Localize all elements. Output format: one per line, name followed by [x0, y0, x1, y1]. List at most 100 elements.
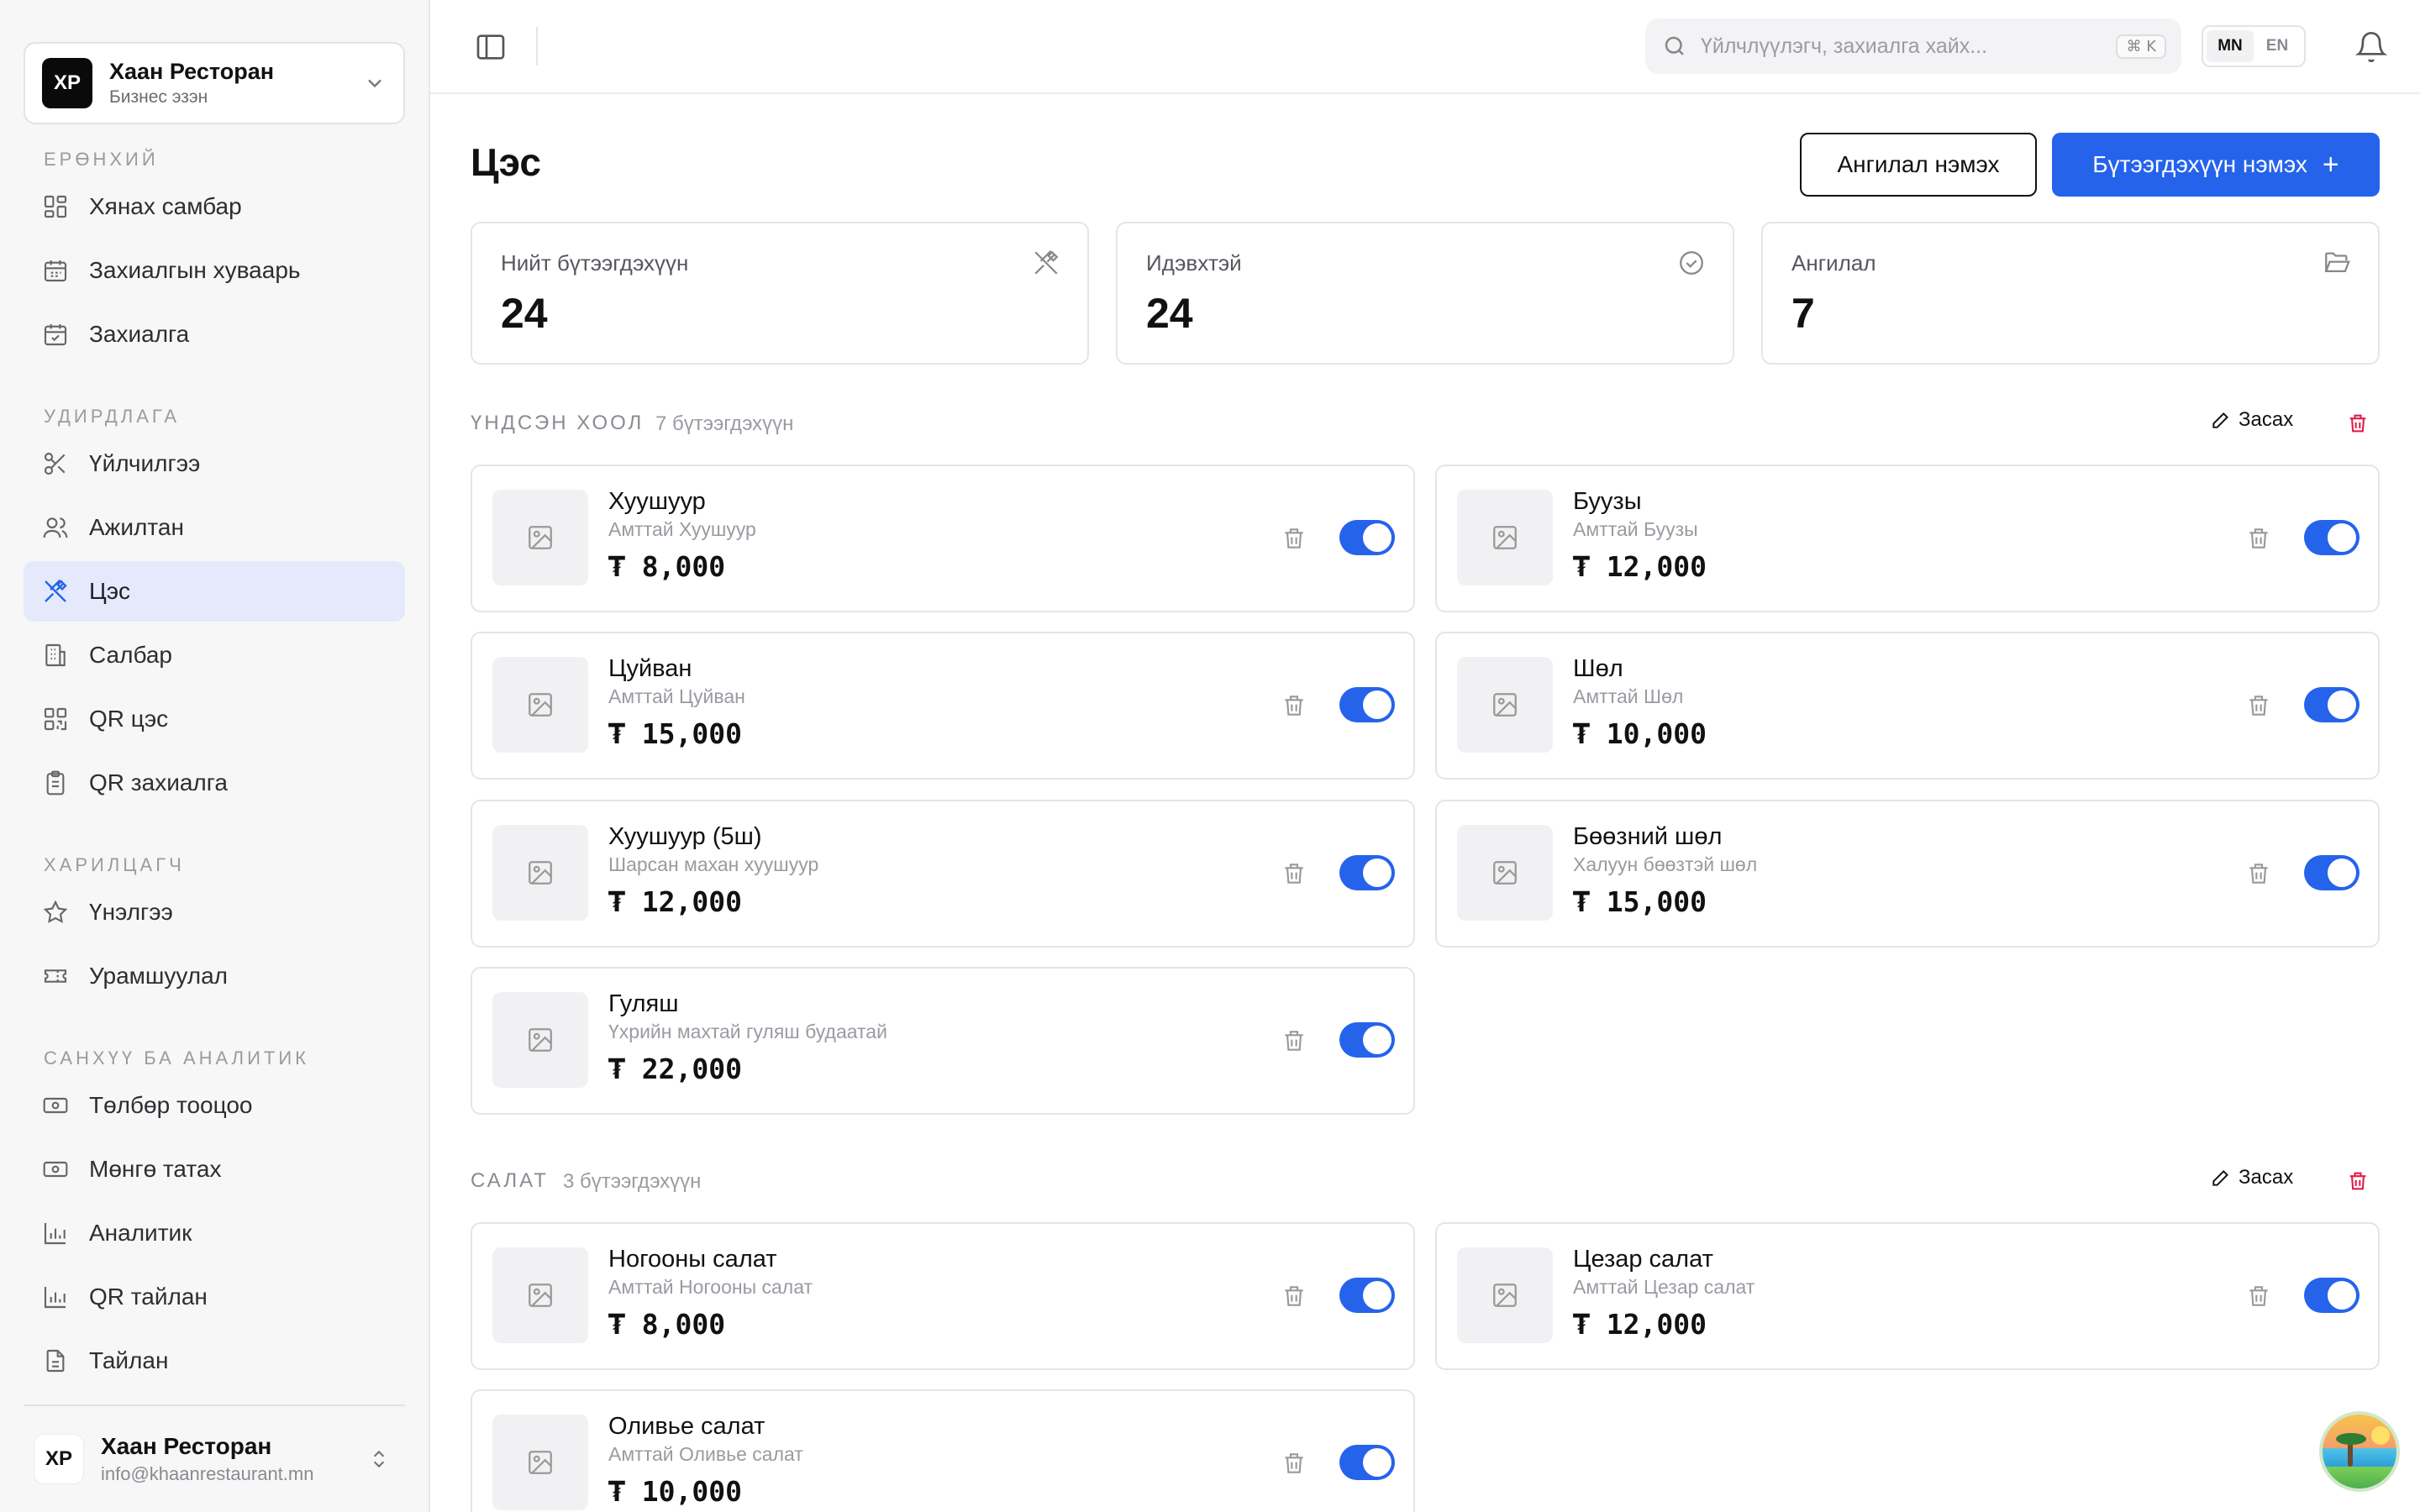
active-toggle[interactable]: [2304, 1278, 2360, 1313]
active-toggle[interactable]: [1339, 855, 1395, 890]
menu-item-card[interactable]: Буузы Амттай Буузы ₮ 12,000: [1435, 465, 2380, 612]
edit-category-button[interactable]: Засах: [2210, 408, 2293, 432]
menu-item-card[interactable]: Цуйван Амттай Цуйван ₮ 15,000: [471, 632, 1415, 780]
bar-chart-icon: [44, 1223, 66, 1245]
sidebar-item-analytics[interactable]: Аналитик: [24, 1203, 405, 1263]
calendar-check-icon: [44, 324, 67, 346]
sidebar-toggle-icon[interactable]: [474, 30, 508, 64]
category-count: 7 бүтээгдэхүүн: [655, 412, 794, 435]
active-toggle[interactable]: [2304, 687, 2360, 722]
sidebar-item-orders[interactable]: Захиалга: [24, 304, 405, 365]
trash-icon[interactable]: [2245, 692, 2272, 719]
trash-icon[interactable]: [1281, 1450, 1307, 1477]
item-description: Үхрийн махтай гуляш будаатай: [608, 1021, 887, 1042]
image-icon: [529, 1451, 552, 1474]
nav-section-title: Ерөнхий: [44, 149, 159, 170]
trash-icon[interactable]: [2346, 412, 2370, 435]
trash-icon[interactable]: [2245, 860, 2272, 887]
clipboard-list-icon: [46, 770, 65, 795]
plus-icon: +: [2322, 148, 2339, 181]
sidebar-item-qr-report[interactable]: QR тайлан: [24, 1267, 405, 1327]
sidebar-item-schedule[interactable]: Захиалгын хуваарь: [24, 240, 405, 301]
sidebar-item-dashboard[interactable]: Хянах самбар: [24, 176, 405, 237]
active-toggle[interactable]: [2304, 855, 2360, 890]
trash-icon[interactable]: [1281, 525, 1307, 552]
active-toggle[interactable]: [1339, 687, 1395, 722]
trash-icon[interactable]: [2346, 1169, 2370, 1193]
search-bar[interactable]: ⌘ K: [1645, 18, 2181, 74]
calendar-icon: [44, 260, 67, 282]
sidebar-item-reports[interactable]: Тайлан: [24, 1331, 405, 1391]
item-name: Бөөзний шөл: [1573, 823, 1723, 850]
sidebar-item-menu[interactable]: Цэс: [24, 561, 405, 622]
item-price: ₮ 8,000: [608, 1308, 726, 1341]
category-name: Салат: [471, 1169, 549, 1192]
image-placeholder: [492, 1247, 588, 1343]
lang-en-button[interactable]: EN: [2254, 30, 2301, 62]
sidebar-item-qr-orders[interactable]: QR захиалга: [24, 753, 405, 813]
sidebar-item-label: Салбар: [89, 642, 172, 668]
sidebar-item-promotions[interactable]: Урамшуулал: [24, 946, 405, 1006]
trash-icon[interactable]: [1281, 1283, 1307, 1310]
menu-item-card[interactable]: Оливье салат Амттай Оливье салат ₮ 10,00…: [471, 1389, 1415, 1512]
trash-icon[interactable]: [1281, 692, 1307, 719]
trash-icon[interactable]: [1281, 860, 1307, 887]
category-name: Үндсэн хоол: [471, 412, 644, 434]
active-toggle[interactable]: [1339, 1022, 1395, 1058]
stat-card-total: Нийт бүтээгдэхүүн 24: [471, 222, 1089, 365]
image-icon: [529, 1028, 552, 1052]
menu-item-card[interactable]: Ногооны салат Амттай Ногооны салат ₮ 8,0…: [471, 1222, 1415, 1370]
add-product-button[interactable]: Бүтээгдэхүүн нэмэх +: [2052, 133, 2380, 197]
item-price: ₮ 10,000: [608, 1475, 742, 1508]
banknote-icon: [43, 1097, 68, 1114]
chevrons-up-down-icon: [373, 1450, 385, 1468]
sidebar-nav: Ерөнхий Хянах самбар Захиалгын хуваарь З…: [24, 143, 405, 1394]
active-toggle[interactable]: [2304, 520, 2360, 555]
nav-section-title: Удирдлага: [44, 406, 181, 427]
menu-item-card[interactable]: Хуушуур Амттай Хуушуур ₮ 8,000: [471, 465, 1415, 612]
item-name: Хуушуур: [608, 488, 706, 515]
business-switcher[interactable]: ХР Хаан Ресторан Бизнес эзэн: [24, 42, 405, 124]
sidebar-item-branch[interactable]: Салбар: [24, 625, 405, 685]
sidebar-item-label: QR цэс: [89, 706, 169, 732]
search-input[interactable]: [1701, 34, 2117, 59]
menu-item-card[interactable]: Бөөзний шөл Халуун бөөзтэй шөл ₮ 15,000: [1435, 800, 2380, 948]
sidebar-item-withdraw[interactable]: Мөнгө татах: [24, 1139, 405, 1200]
edit-label: Засах: [2238, 408, 2294, 431]
trash-icon[interactable]: [1281, 1027, 1307, 1054]
sidebar-item-label: QR тайлан: [89, 1284, 208, 1310]
active-toggle[interactable]: [1339, 1445, 1395, 1480]
active-toggle[interactable]: [1339, 1278, 1395, 1313]
sidebar-item-staff[interactable]: Ажилтан: [24, 497, 405, 558]
check-circle-icon: [1680, 251, 1703, 275]
sidebar-item-qr-menu[interactable]: QR цэс: [24, 689, 405, 749]
add-product-label: Бүтээгдэхүүн нэмэх: [2092, 151, 2307, 177]
menu-item-card[interactable]: Хуушуур (5ш) Шарсан махан хуушуур ₮ 12,0…: [471, 800, 1415, 948]
lang-mn-button[interactable]: MN: [2207, 30, 2254, 62]
sidebar-item-services[interactable]: Үйлчилгээ: [24, 433, 405, 494]
bell-icon[interactable]: [2354, 30, 2388, 64]
menu-item-card[interactable]: Гуляш Үхрийн махтай гуляш будаатай ₮ 22,…: [471, 967, 1415, 1115]
user-name: Хаан Ресторан: [101, 1433, 272, 1459]
item-price: ₮ 10,000: [1573, 717, 1707, 750]
image-placeholder: [492, 992, 588, 1088]
sidebar-item-label: Төлбөр тооцоо: [89, 1092, 253, 1118]
image-placeholder: [1457, 657, 1553, 753]
active-toggle[interactable]: [1339, 520, 1395, 555]
category-header: Салат 3 бүтээгдэхүүн Засах: [471, 1166, 2380, 1200]
sidebar-item-reviews[interactable]: Үнэлгээ: [24, 882, 405, 942]
building-icon: [45, 643, 66, 667]
assistant-avatar-button[interactable]: [2319, 1411, 2400, 1492]
edit-category-button[interactable]: Засах: [2210, 1166, 2293, 1189]
trash-icon[interactable]: [2245, 525, 2272, 552]
stat-card-active: Идэвхтэй 24: [1116, 222, 1734, 365]
trash-icon[interactable]: [2245, 1283, 2272, 1310]
item-name: Цезар салат: [1573, 1246, 1713, 1273]
stat-card-categories: Ангилал 7: [1761, 222, 2380, 365]
user-menu[interactable]: ХР Хаан Ресторан info@khaanrestaurant.mn: [24, 1404, 405, 1512]
sidebar-item-payments[interactable]: Төлбөр тооцоо: [24, 1075, 405, 1136]
add-category-button[interactable]: Ангилал нэмэх: [1800, 133, 2037, 197]
menu-item-card[interactable]: Цезар салат Амттай Цезар салат ₮ 12,000: [1435, 1222, 2380, 1370]
menu-item-card[interactable]: Шөл Амттай Шөл ₮ 10,000: [1435, 632, 2380, 780]
category-header: Үндсэн хоол 7 бүтээгдэхүүн Засах: [471, 408, 2380, 442]
